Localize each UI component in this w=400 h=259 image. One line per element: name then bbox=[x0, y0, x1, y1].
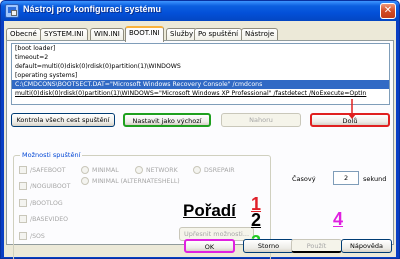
tab-boot-ini[interactable]: BOOT.INI bbox=[125, 26, 164, 42]
msconfig-app-icon bbox=[5, 4, 19, 18]
dialog-body: Obecné SYSTEM.INI WIN.INI BOOT.INI Služb… bbox=[4, 21, 396, 259]
red-arrow-head bbox=[348, 114, 356, 119]
annotation-arrow bbox=[348, 99, 356, 119]
window: Nástroj pro konfiguraci systému ✕ Obecné… bbox=[0, 0, 400, 259]
close-button[interactable]: ✕ bbox=[380, 3, 396, 19]
title-bar[interactable]: Nástroj pro konfiguraci systému ✕ bbox=[1, 1, 399, 21]
window-title: Nástroj pro konfiguraci systému bbox=[23, 4, 162, 14]
